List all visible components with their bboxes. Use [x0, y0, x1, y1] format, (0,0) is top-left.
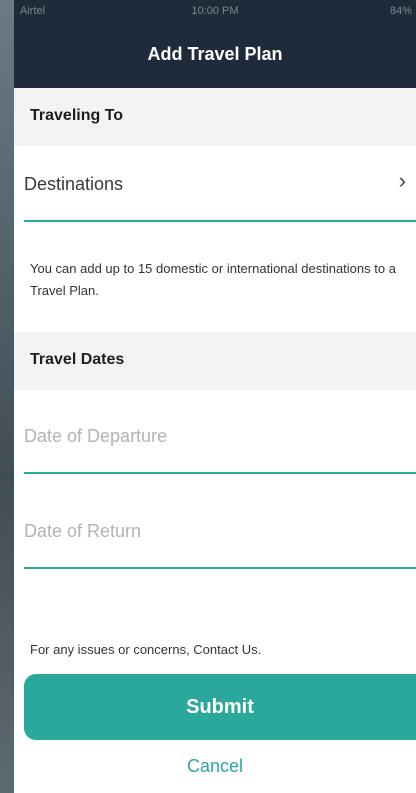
section-header-traveling-to: Traveling To — [14, 88, 416, 146]
destinations-info-text: You can add up to 15 domestic or interna… — [30, 261, 396, 298]
page-title: Add Travel Plan — [147, 44, 283, 64]
cancel-button[interactable]: Cancel — [14, 756, 416, 777]
destinations-label: Destinations — [24, 174, 124, 194]
destinations-row[interactable]: Destinations › — [14, 150, 416, 222]
section-header-travel-dates: Travel Dates — [14, 332, 416, 390]
battery-label: 84% — [389, 5, 412, 17]
return-date-field[interactable]: Date of Return — [14, 497, 416, 569]
add-travel-plan-sheet: Airtel 10:00 PM 84% Add Travel Plan Trav… — [14, 0, 416, 793]
destinations-underline — [24, 220, 416, 222]
section-title-traveling-to: Traveling To — [30, 107, 124, 124]
departure-date-field[interactable]: Date of Departure — [14, 402, 416, 474]
section-title-travel-dates: Travel Dates — [30, 351, 125, 368]
submit-button[interactable]: Submit — [24, 674, 416, 740]
status-time: 10:00 PM — [191, 5, 239, 17]
departure-underline — [24, 472, 416, 474]
header-bar: Airtel 10:00 PM 84% Add Travel Plan — [14, 0, 416, 88]
return-underline — [24, 567, 416, 569]
status-bar: Airtel 10:00 PM 84% — [14, 0, 416, 24]
chevron-right-icon: › — [398, 168, 406, 193]
background-photo-edge — [0, 0, 14, 793]
contact-us-text[interactable]: For any issues or concerns, Contact Us. — [30, 642, 261, 657]
departure-date-placeholder: Date of Departure — [24, 426, 168, 446]
return-date-placeholder: Date of Return — [24, 521, 142, 541]
